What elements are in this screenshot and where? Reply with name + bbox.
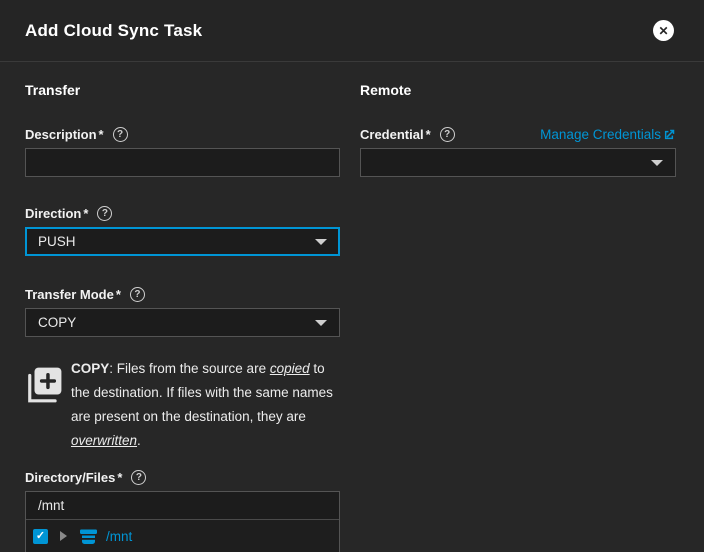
manage-credentials-link-text: Manage Credentials <box>540 127 661 142</box>
chevron-down-icon <box>315 320 327 326</box>
transfer-mode-label-row: Transfer Mode * ? <box>25 287 340 302</box>
transfer-column: Transfer Description * ? Direction * ? P… <box>25 62 340 552</box>
direction-help-icon[interactable]: ? <box>97 206 112 221</box>
transfer-mode-select-value: COPY <box>38 315 76 330</box>
credential-select[interactable] <box>360 148 676 177</box>
dialog-content: Transfer Description * ? Direction * ? P… <box>0 62 704 552</box>
transfer-section-title: Transfer <box>25 82 340 98</box>
description-required-marker: * <box>99 127 104 142</box>
add-cloud-sync-task-dialog: Add Cloud Sync Task ✕ Transfer Descripti… <box>0 0 704 552</box>
tree-item-label: /mnt <box>106 529 132 544</box>
close-icon: ✕ <box>658 25 668 37</box>
description-input[interactable] <box>25 148 340 177</box>
remote-column: Remote Credential * ? Manage Credentials <box>360 62 676 552</box>
manage-credentials-link[interactable]: Manage Credentials <box>540 127 676 142</box>
directory-files-group: ✓ /mnt <box>25 491 340 552</box>
direction-select-value: PUSH <box>38 234 76 249</box>
directory-files-help-icon[interactable]: ? <box>131 470 146 485</box>
dataset-icon <box>79 527 98 546</box>
expand-arrow-icon[interactable] <box>60 531 67 541</box>
direction-label-row: Direction * ? <box>25 206 340 221</box>
copy-mode-description: COPY: Files from the source are copied t… <box>71 357 336 453</box>
transfer-mode-help-icon[interactable]: ? <box>130 287 145 302</box>
description-help-icon[interactable]: ? <box>113 127 128 142</box>
credential-label-row: Credential * ? Manage Credentials <box>360 127 676 142</box>
chevron-down-icon <box>651 160 663 166</box>
dialog-header: Add Cloud Sync Task ✕ <box>0 0 704 62</box>
transfer-mode-required-marker: * <box>116 287 121 302</box>
close-button[interactable]: ✕ <box>653 20 674 41</box>
remote-section-title: Remote <box>360 82 676 98</box>
transfer-mode-label: Transfer Mode <box>25 287 114 302</box>
external-link-icon <box>662 128 676 142</box>
copy-mode-info-box: COPY: Files from the source are copied t… <box>25 357 340 453</box>
direction-select[interactable]: PUSH <box>25 227 340 256</box>
directory-files-label-row: Directory/Files * ? <box>25 470 340 485</box>
credential-help-icon[interactable]: ? <box>440 127 455 142</box>
credential-label: Credential <box>360 127 424 142</box>
direction-label: Direction <box>25 206 81 221</box>
tree-item-mnt[interactable]: ✓ /mnt <box>26 520 339 552</box>
description-label: Description <box>25 127 97 142</box>
direction-required-marker: * <box>83 206 88 221</box>
directory-files-label: Directory/Files <box>25 470 115 485</box>
transfer-mode-select[interactable]: COPY <box>25 308 340 337</box>
credential-required-marker: * <box>426 127 431 142</box>
directory-files-input[interactable] <box>26 492 339 520</box>
description-label-row: Description * ? <box>25 127 340 142</box>
copy-icon <box>25 357 71 453</box>
tree-item-checkbox[interactable]: ✓ <box>33 529 48 544</box>
dialog-title: Add Cloud Sync Task <box>25 21 202 41</box>
chevron-down-icon <box>315 239 327 245</box>
directory-files-required-marker: * <box>117 470 122 485</box>
check-icon: ✓ <box>36 531 45 542</box>
